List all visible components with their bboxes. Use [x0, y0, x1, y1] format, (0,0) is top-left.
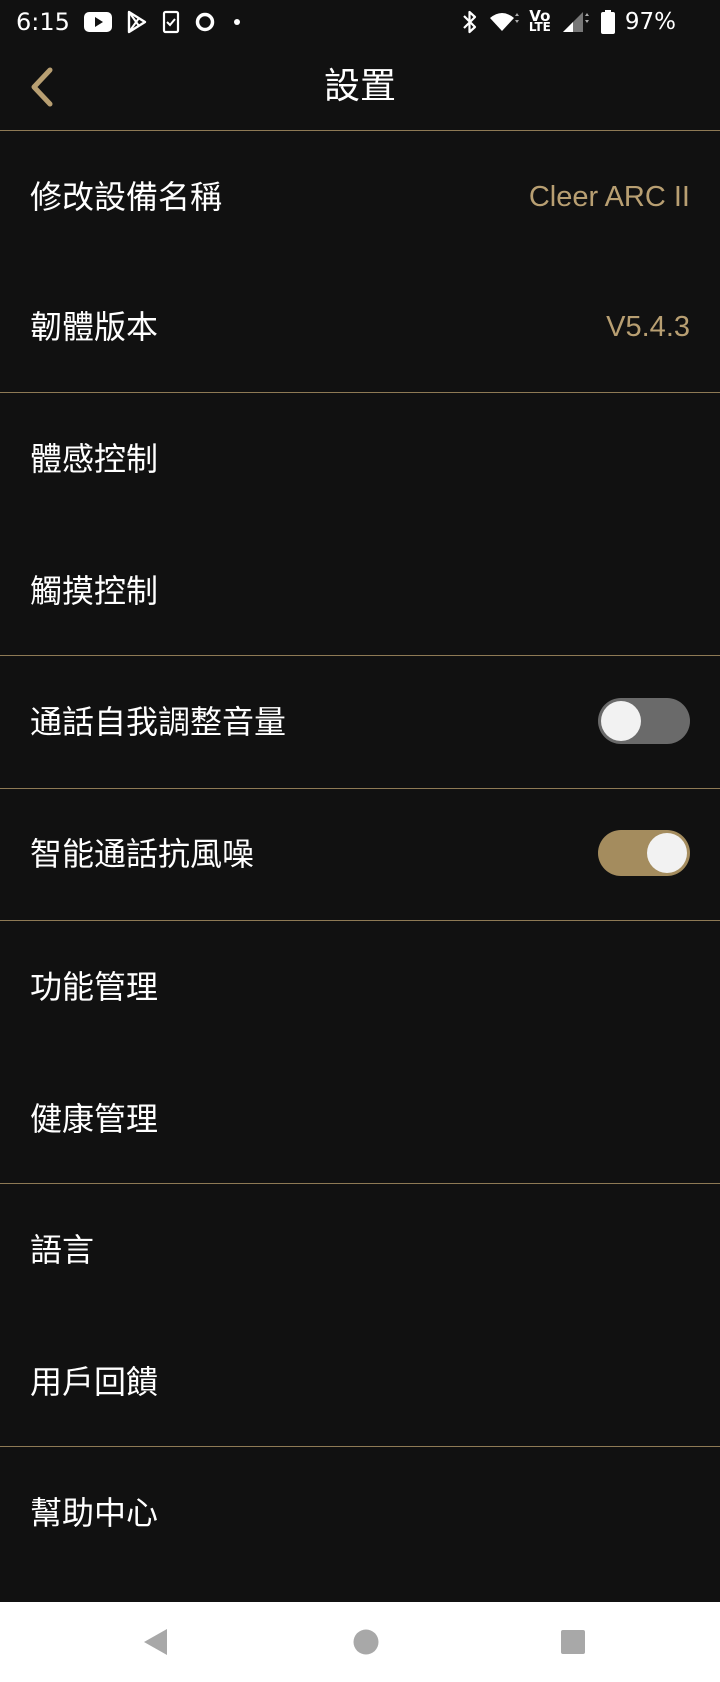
firmware-version-value: V5.4.3 [606, 311, 690, 343]
battery-percent: 97% [624, 9, 676, 35]
divider [0, 392, 720, 393]
wind-noise-toggle[interactable] [598, 830, 690, 876]
status-right: Vo LTE 97% [461, 0, 676, 44]
toggle-knob [601, 701, 641, 741]
divider [0, 1446, 720, 1447]
touch-control-row[interactable]: 觸摸控制 [0, 526, 720, 656]
device-name-row[interactable]: 修改設備名稱 Cleer ARC II [0, 132, 720, 262]
help-center-row[interactable]: 幫助中心 [0, 1448, 720, 1578]
header: 設置 [0, 44, 720, 130]
touch-control-label: 觸摸控制 [30, 572, 159, 610]
nav-recents-button[interactable] [553, 1622, 593, 1662]
device-name-label: 修改設備名稱 [30, 178, 223, 216]
health-management-label: 健康管理 [30, 1100, 159, 1138]
status-bar: 6:15 Vo LTE 97% [0, 0, 720, 44]
firmware-version-label: 韌體版本 [30, 308, 159, 346]
call-volume-row: 通話自我調整音量 [0, 657, 720, 787]
device-name-value: Cleer ARC II [528, 181, 690, 213]
nav-recents-icon [559, 1628, 587, 1656]
health-management-row[interactable]: 健康管理 [0, 1054, 720, 1184]
dot-icon [230, 15, 244, 29]
signal-icon [561, 10, 591, 34]
user-feedback-label: 用戶回饋 [30, 1363, 159, 1401]
nav-home-button[interactable] [346, 1622, 386, 1662]
page-title: 設置 [323, 66, 396, 107]
volte-bottom-label: LTE [528, 20, 551, 34]
nav-back-button[interactable] [136, 1622, 176, 1662]
volte-icon: Vo LTE [528, 9, 551, 34]
toggle-knob [647, 833, 687, 873]
wind-noise-label: 智能通話抗風噪 [30, 835, 255, 873]
nav-back-icon [142, 1627, 170, 1657]
call-volume-toggle[interactable] [598, 698, 690, 744]
user-feedback-row[interactable]: 用戶回饋 [0, 1317, 720, 1447]
system-nav-bar [0, 1602, 720, 1682]
youtube-icon [83, 12, 112, 32]
firmware-version-row: 韌體版本 V5.4.3 [0, 262, 720, 392]
play-store-icon [126, 10, 148, 34]
status-time: 6:15 [16, 8, 70, 36]
divider [0, 130, 720, 131]
call-volume-label: 通話自我調整音量 [30, 703, 287, 741]
divider [0, 1183, 720, 1184]
divider [0, 655, 720, 656]
divider [0, 920, 720, 921]
feature-management-row[interactable]: 功能管理 [0, 922, 720, 1052]
bluetooth-icon [461, 9, 479, 35]
motion-control-row[interactable]: 體感控制 [0, 394, 720, 524]
help-center-label: 幫助中心 [30, 1494, 159, 1532]
status-left: 6:15 [16, 0, 244, 44]
clipboard-check-icon [162, 10, 180, 34]
language-label: 語言 [30, 1231, 95, 1269]
battery-icon [600, 10, 615, 34]
language-row[interactable]: 語言 [0, 1185, 720, 1315]
feature-management-label: 功能管理 [30, 968, 159, 1006]
wifi-icon [489, 10, 519, 34]
wind-noise-row: 智能通話抗風噪 [0, 789, 720, 919]
motion-control-label: 體感控制 [30, 440, 159, 478]
nav-home-icon [352, 1628, 380, 1656]
circle-icon [194, 11, 216, 33]
